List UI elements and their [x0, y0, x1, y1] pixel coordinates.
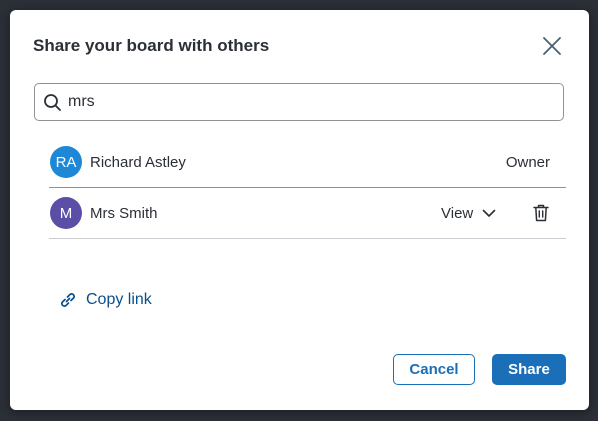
search-input[interactable] — [68, 93, 548, 111]
role-label-owner: Owner — [505, 153, 550, 171]
dialog-title: Share your board with others — [33, 36, 270, 55]
user-name: Richard Astley — [90, 153, 186, 171]
cancel-button[interactable]: Cancel — [393, 354, 475, 385]
search-icon — [42, 92, 62, 112]
close-button[interactable] — [540, 34, 564, 58]
chevron-down-icon — [482, 205, 498, 221]
share-button[interactable]: Share — [492, 354, 566, 385]
copy-link-button[interactable]: Copy link — [58, 290, 152, 310]
user-row-member: M Mrs Smith View — [49, 188, 566, 239]
trash-icon — [533, 204, 549, 222]
user-row-owner: RA Richard Astley Owner — [49, 137, 566, 188]
link-icon — [61, 293, 75, 307]
role-dropdown-value: View — [441, 204, 474, 222]
search-field[interactable] — [34, 83, 564, 121]
remove-user-button[interactable] — [532, 203, 550, 223]
role-dropdown[interactable]: View — [441, 205, 498, 222]
copy-link-label: Copy link — [86, 291, 152, 308]
share-dialog: Share your board with others RA Richard … — [10, 10, 589, 410]
avatar: RA — [50, 146, 82, 178]
close-icon — [543, 37, 561, 55]
user-name: Mrs Smith — [90, 204, 158, 222]
avatar: M — [50, 197, 82, 229]
